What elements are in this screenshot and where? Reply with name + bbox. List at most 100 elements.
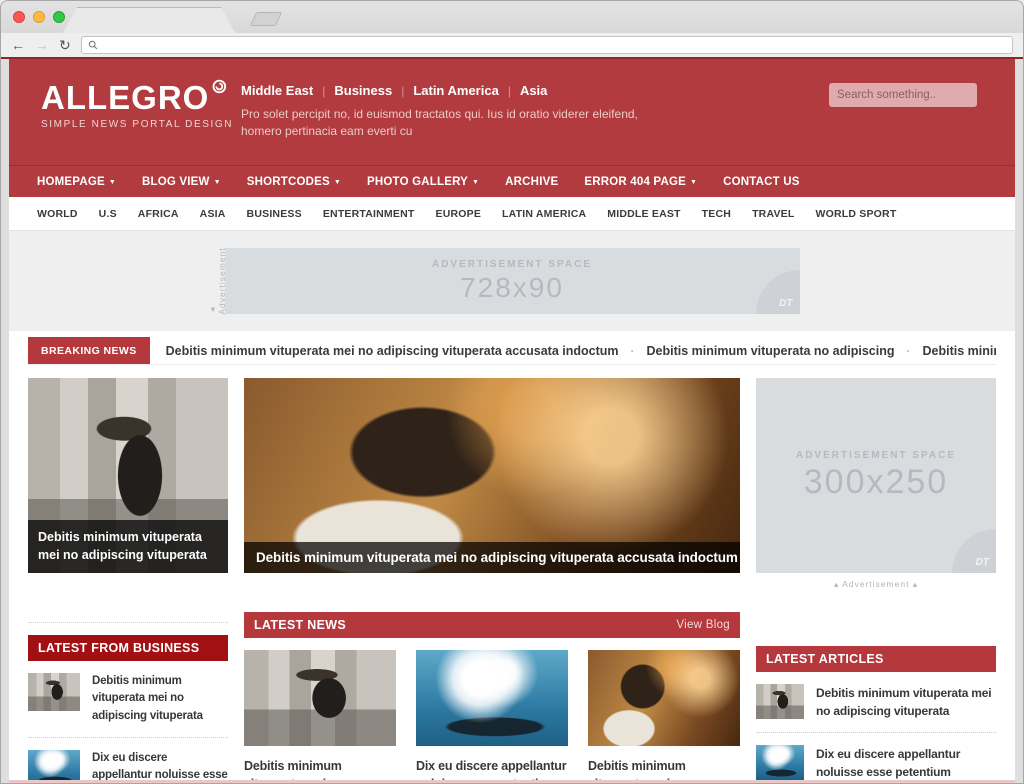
sidebar-ad-cell: ADVERTISEMENT SPACE 300x250 DT ▴ Adverti… <box>756 378 996 590</box>
logo-block[interactable]: ALLEGRO SIMPLE NEWS PORTAL DESIGN <box>41 81 227 165</box>
article-thumbnail[interactable] <box>244 650 396 746</box>
search-input[interactable] <box>837 89 991 101</box>
nav-item-error-404[interactable]: ERROR 404 PAGE▼ <box>584 176 697 188</box>
featured-article-main[interactable]: Debitis minimum vituperata mei no adipis… <box>244 378 740 590</box>
article-thumbnail[interactable] <box>416 650 568 746</box>
browser-window: ← → ↻ ALLEGRO SIMPLE NEWS PORTA <box>0 0 1024 784</box>
news-card[interactable]: Dix eu discere appellantur noluisse esse… <box>416 650 568 783</box>
article-thumbnail[interactable] <box>756 684 804 719</box>
subnav-item-tech[interactable]: TECH <box>702 208 731 220</box>
ticker-item[interactable]: Debitis minimum vituperata mei no adipis… <box>922 344 996 358</box>
nav-item-blog-view[interactable]: BLOG VIEW▼ <box>142 176 221 188</box>
site-logo[interactable]: ALLEGRO <box>41 81 209 114</box>
quick-link-latin-america[interactable]: Latin America <box>413 83 499 98</box>
news-card[interactable]: Debitis minimum vituperata mei no adipis… <box>244 650 396 783</box>
subnav-item-world-sport[interactable]: WORLD SPORT <box>815 208 896 220</box>
back-icon[interactable]: ← <box>11 38 25 52</box>
featured-caption[interactable]: Debitis minimum vituperata mei no adipis… <box>244 542 740 573</box>
browser-tab[interactable] <box>63 7 235 33</box>
article-thumbnail[interactable] <box>28 750 80 783</box>
subnav-item-entertainment[interactable]: ENTERTAINMENT <box>323 208 415 220</box>
nav-item-photo-gallery[interactable]: PHOTO GALLERY▼ <box>367 176 479 188</box>
chevron-down-icon: ▼ <box>334 179 341 186</box>
maximize-window-button[interactable] <box>53 11 65 23</box>
article-thumbnail[interactable] <box>28 673 80 711</box>
article-thumbnail[interactable] <box>756 745 804 780</box>
subnav-item-latin-america[interactable]: LATIN AMERICA <box>502 208 586 220</box>
ticker-item[interactable]: Debitis minimum vituperata mei no adipis… <box>166 344 619 358</box>
address-bar[interactable] <box>81 36 1013 54</box>
browser-toolbar: ← → ↻ <box>1 33 1023 59</box>
page-cutoff-strip <box>9 780 1015 783</box>
side-ad-banner[interactable]: ADVERTISEMENT SPACE 300x250 DT <box>756 378 996 573</box>
category-nav: WORLD U.S AFRICA ASIA BUSINESS ENTERTAIN… <box>9 197 1015 231</box>
article-title[interactable]: Dix eu discere appellantur noluisse esse… <box>92 750 228 783</box>
subnav-item-europe[interactable]: EUROPE <box>435 208 481 220</box>
quick-link-business[interactable]: Business <box>334 83 392 98</box>
nav-item-homepage[interactable]: HOMEPAGE▼ <box>37 176 116 188</box>
new-tab-button[interactable] <box>250 12 282 26</box>
section-title-latest-from-business: LATEST FROM BUSINESS <box>28 635 228 661</box>
quick-link-asia[interactable]: Asia <box>520 83 547 98</box>
list-item[interactable]: Dix eu discere appellantur noluisse esse… <box>28 737 228 783</box>
subnav-item-middle-east[interactable]: MIDDLE EAST <box>607 208 680 220</box>
featured-photo-woman-running[interactable]: Debitis minimum vituperata mei no adipis… <box>28 378 228 573</box>
news-card[interactable]: Debitis minimum vituperata mei no adipis… <box>588 650 740 783</box>
breaking-news-label: BREAKING NEWS <box>28 337 150 365</box>
ad-provider-badge: DT <box>756 270 800 314</box>
chevron-down-icon: ▼ <box>690 179 697 186</box>
content-container: BREAKING NEWS Debitis minimum vituperata… <box>28 337 996 783</box>
refresh-icon[interactable]: ↻ <box>59 38 71 52</box>
header-intro: Middle East | Business | Latin America |… <box>241 81 671 165</box>
search-icon <box>88 40 98 50</box>
quick-link-middle-east[interactable]: Middle East <box>241 83 313 98</box>
latest-news-section: LATEST NEWS View Blog Debitis minimum vi… <box>244 612 740 783</box>
subnav-item-us[interactable]: U.S <box>99 208 117 220</box>
section-title-latest-articles: LATEST ARTICLES <box>756 646 996 672</box>
featured-photo-man-portrait[interactable]: Debitis minimum vituperata mei no adipis… <box>244 378 740 573</box>
ad-space-label: ADVERTISEMENT SPACE <box>796 450 956 461</box>
latest-articles-section: LATEST ARTICLES Debitis minimum vitupera… <box>756 646 996 783</box>
minimize-window-button[interactable] <box>33 11 45 23</box>
latest-from-business-section: LATEST FROM BUSINESS Debitis minimum vit… <box>28 622 228 783</box>
list-item[interactable]: Debitis minimum vituperata mei no adipis… <box>28 661 228 737</box>
nav-item-shortcodes[interactable]: SHORTCODES▼ <box>247 176 341 188</box>
featured-article-secondary[interactable]: Debitis minimum vituperata mei no adipis… <box>28 378 228 590</box>
logo-mark-icon <box>212 79 227 94</box>
nav-item-archive[interactable]: ARCHIVE <box>505 176 558 188</box>
header-quick-links: Middle East | Business | Latin America |… <box>241 83 671 98</box>
ticker-separator: · <box>631 344 635 358</box>
article-title[interactable]: Debitis minimum vituperata mei no adipis… <box>92 673 228 725</box>
browser-tab-bar <box>1 1 1023 33</box>
list-item[interactable]: Dix eu discere appellantur noluisse esse… <box>756 732 996 783</box>
featured-caption[interactable]: Debitis minimum vituperata mei no adipis… <box>28 520 228 574</box>
subnav-item-travel[interactable]: TRAVEL <box>752 208 794 220</box>
subnav-item-asia[interactable]: ASIA <box>200 208 226 220</box>
subnav-item-world[interactable]: WORLD <box>37 208 78 220</box>
link-separator: | <box>401 84 404 98</box>
top-ad-banner[interactable]: ADVERTISEMENT SPACE 728x90 DT <box>225 248 800 314</box>
section-title-latest-news: LATEST NEWS <box>254 618 346 632</box>
subnav-item-africa[interactable]: AFRICA <box>138 208 179 220</box>
subnav-item-business[interactable]: BUSINESS <box>247 208 302 220</box>
chevron-down-icon: ▼ <box>109 179 116 186</box>
address-bar-input[interactable] <box>103 39 1006 51</box>
close-window-button[interactable] <box>13 11 25 23</box>
article-thumbnail[interactable] <box>588 650 740 746</box>
nav-item-contact-us[interactable]: CONTACT US <box>723 176 800 188</box>
chevron-down-icon: ▼ <box>472 179 479 186</box>
article-title[interactable]: Dix eu discere appellantur noluisse esse… <box>816 745 996 781</box>
ad-space-label: ADVERTISEMENT SPACE <box>432 259 592 270</box>
site-tagline: SIMPLE NEWS PORTAL DESIGN <box>41 119 227 130</box>
ticker-item[interactable]: Debitis minimum vituperata no adipiscing <box>647 344 895 358</box>
list-item[interactable]: Debitis minimum vituperata mei no adipis… <box>756 672 996 732</box>
article-title[interactable]: Debitis minimum vituperata mei no adipis… <box>816 684 996 720</box>
forward-icon[interactable]: → <box>35 38 49 52</box>
link-separator: | <box>322 84 325 98</box>
latest-row: LATEST FROM BUSINESS Debitis minimum vit… <box>28 612 996 783</box>
ad-size-label: 728x90 <box>460 272 564 304</box>
window-controls <box>13 11 65 23</box>
header-search[interactable] <box>829 83 977 107</box>
breaking-news-bar: BREAKING NEWS Debitis minimum vituperata… <box>28 337 996 365</box>
view-blog-link[interactable]: View Blog <box>676 619 730 631</box>
